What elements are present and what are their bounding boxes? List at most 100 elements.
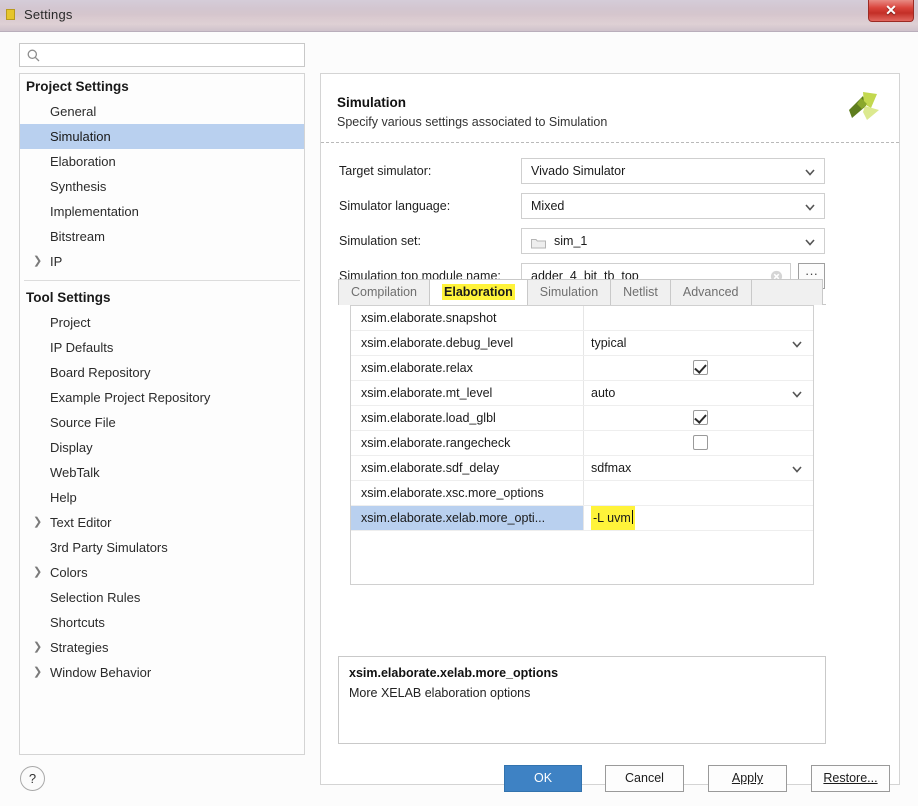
search-input[interactable] (44, 46, 298, 65)
tab-simulation[interactable]: Simulation (526, 279, 612, 305)
simulation-set-select[interactable]: sim_1 (521, 228, 825, 254)
settings-tabbar: Compilation Elaboration Simulation Netli… (338, 279, 826, 306)
sidebar-item-board-repository[interactable]: Board Repository (20, 360, 304, 385)
sidebar-item-label: Implementation (50, 204, 139, 219)
simulation-form: Target simulator: Vivado Simulator Simul… (321, 156, 899, 296)
sidebar-item-3rd-party-simulators[interactable]: 3rd Party Simulators (20, 535, 304, 560)
sidebar-item-strategies[interactable]: ❯ Strategies (20, 635, 304, 660)
simulation-settings-panel: Simulation Specify various settings asso… (320, 73, 900, 785)
chevron-down-icon[interactable] (791, 387, 803, 399)
property-name: xsim.elaborate.xsc.more_options (361, 486, 544, 500)
tab-advanced[interactable]: Advanced (669, 279, 752, 305)
sidebar-item-selection-rules[interactable]: Selection Rules (20, 585, 304, 610)
property-name: xsim.elaborate.relax (361, 361, 473, 375)
chevron-right-icon: ❯ (33, 566, 43, 578)
column-divider (583, 481, 584, 505)
chevron-down-icon[interactable] (791, 337, 803, 349)
sidebar-item-elaboration[interactable]: Elaboration (20, 149, 304, 174)
tab-label: Simulation (539, 285, 599, 299)
sidebar-item-label: IP (50, 254, 63, 269)
property-checkbox[interactable] (693, 435, 708, 450)
property-checkbox[interactable] (693, 410, 708, 425)
folder-icon (531, 236, 546, 249)
table-row[interactable]: xsim.elaborate.sdf_delay sdfmax (351, 456, 813, 481)
sidebar-item-synthesis[interactable]: Synthesis (20, 174, 304, 199)
sidebar-item-ip-defaults[interactable]: IP Defaults (20, 335, 304, 360)
tab-elaboration[interactable]: Elaboration (429, 279, 528, 306)
column-divider (583, 456, 584, 480)
close-icon[interactable]: ✕ (868, 0, 914, 22)
cancel-button[interactable]: Cancel (605, 765, 684, 792)
sidebar-item-simulation[interactable]: Simulation (20, 124, 304, 149)
sidebar-item-label: Elaboration (50, 154, 116, 169)
sidebar-item-window-behavior[interactable]: ❯ Window Behavior (20, 660, 304, 685)
chevron-right-icon: ❯ (33, 255, 43, 267)
chevron-right-icon: ❯ (33, 641, 43, 653)
simulator-language-select[interactable]: Mixed (521, 193, 825, 219)
property-name: xsim.elaborate.mt_level (361, 386, 493, 400)
simulation-set-label: Simulation set: (339, 234, 421, 248)
sidebar-item-label: Selection Rules (50, 590, 141, 605)
tab-label: Advanced (682, 285, 739, 299)
restore-button[interactable]: Restore... (811, 765, 890, 792)
ok-button[interactable]: OK (504, 765, 582, 792)
sidebar-item-shortcuts[interactable]: Shortcuts (20, 610, 304, 635)
sidebar-item-label: Project (50, 315, 91, 330)
sidebar-item-general[interactable]: General (20, 99, 304, 124)
sidebar-item-colors[interactable]: ❯ Colors (20, 560, 304, 585)
table-row[interactable]: xsim.elaborate.relax (351, 356, 813, 381)
sidebar-item-webtalk[interactable]: WebTalk (20, 460, 304, 485)
sidebar-item-label: Strategies (50, 640, 109, 655)
sidebar-item-label: Display (50, 440, 93, 455)
table-row[interactable]: xsim.elaborate.rangecheck (351, 431, 813, 456)
property-description-box: xsim.elaborate.xelab.more_options More X… (338, 656, 826, 744)
chevron-down-icon[interactable] (791, 462, 803, 474)
sidebar-item-label: Example Project Repository (50, 390, 211, 405)
description-text: More XELAB elaboration options (349, 686, 531, 700)
column-divider (583, 306, 584, 330)
sidebar-item-implementation[interactable]: Implementation (20, 199, 304, 224)
property-table-wrap: xsim.elaborate.snapshot xsim.elaborate.d… (338, 305, 826, 585)
apply-button-label: Apply (731, 771, 764, 785)
apply-button[interactable]: Apply (708, 765, 787, 792)
header-divider (321, 142, 899, 143)
sidebar-divider (24, 280, 300, 281)
sidebar-item-label: Source File (50, 415, 116, 430)
table-row[interactable]: xsim.elaborate.load_glbl (351, 406, 813, 431)
sidebar-item-source-file[interactable]: Source File (20, 410, 304, 435)
property-checkbox[interactable] (693, 360, 708, 375)
property-value[interactable]: auto (591, 381, 615, 405)
sidebar-item-display[interactable]: Display (20, 435, 304, 460)
sidebar-item-text-editor[interactable]: ❯ Text Editor (20, 510, 304, 535)
table-row[interactable]: xsim.elaborate.debug_level typical (351, 331, 813, 356)
property-value[interactable]: typical (591, 331, 626, 355)
tab-netlist[interactable]: Netlist (610, 279, 671, 305)
sidebar-item-label: Synthesis (50, 179, 107, 194)
table-row[interactable]: xsim.elaborate.xsc.more_options (351, 481, 813, 506)
sidebar-item-help[interactable]: Help (20, 485, 304, 510)
sidebar-item-bitstream[interactable]: Bitstream (20, 224, 304, 249)
property-value[interactable]: sdfmax (591, 456, 631, 480)
sidebar-item-example-project-repository[interactable]: Example Project Repository (20, 385, 304, 410)
search-icon (27, 49, 40, 62)
chevron-right-icon: ❯ (33, 666, 43, 678)
sidebar-item-label: WebTalk (50, 465, 100, 480)
column-divider (583, 381, 584, 405)
target-simulator-select[interactable]: Vivado Simulator (521, 158, 825, 184)
titlebar-sheen (0, 0, 918, 14)
page-subtitle: Specify various settings associated to S… (337, 115, 608, 129)
table-row[interactable]: xsim.elaborate.mt_level auto (351, 381, 813, 406)
search-box[interactable] (19, 43, 305, 67)
sidebar-item-label: Colors (50, 565, 88, 580)
table-row[interactable]: xsim.elaborate.snapshot (351, 306, 813, 331)
tab-compilation[interactable]: Compilation (338, 279, 431, 305)
vivado-logo-icon (841, 84, 883, 124)
table-row[interactable]: xsim.elaborate.xelab.more_opti... -L uvm (351, 506, 813, 531)
property-name: xsim.elaborate.xelab.more_opti... (351, 506, 583, 530)
dialog-body: Project Settings General Simulation Elab… (0, 32, 918, 806)
sidebar-item-project[interactable]: Project (20, 310, 304, 335)
sidebar-item-ip[interactable]: ❯ IP (20, 249, 304, 274)
help-button[interactable]: ? (20, 766, 45, 791)
settings-dialog: Settings ✕ Project Settings General Simu… (0, 0, 918, 806)
property-value-editor[interactable]: -L uvm (591, 506, 635, 530)
